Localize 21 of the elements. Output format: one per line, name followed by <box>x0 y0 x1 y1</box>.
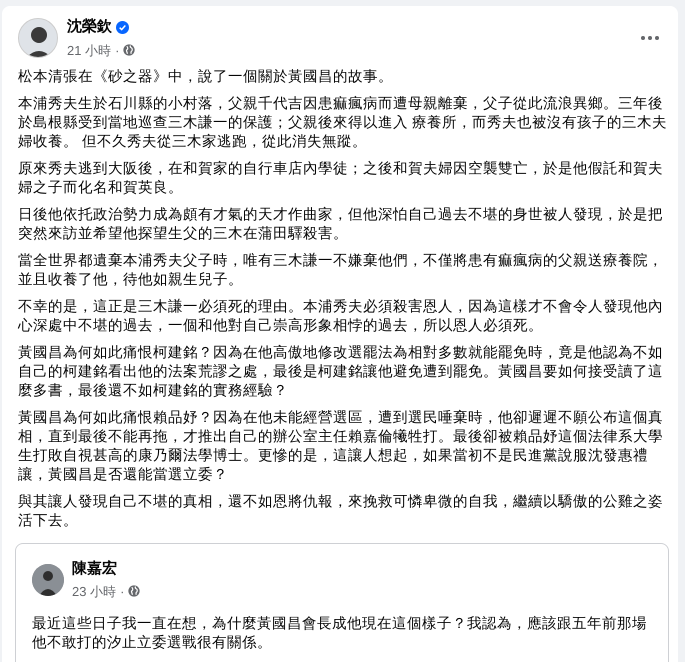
avatar[interactable] <box>32 564 64 596</box>
post-time[interactable]: 23 小時 <box>72 582 116 601</box>
separator-dot: · <box>115 42 120 60</box>
post-paragraph: 日後他依托政治勢力成為頗有才氣的天才作曲家，但他深怕自己過去不堪的身世被人發現，於是把突然來訪並希望他探望生父的三木在蒲田驛殺害。 <box>18 206 664 244</box>
globe-icon <box>123 44 136 56</box>
post-paragraph: 黃國昌為何如此痛恨賴品妤？因為在他未能經營選區，遭到選民唾棄時，他卻遲遲不願公布這個真相，直到最後不能再拖，才推出自己的辦公室主任賴嘉倫犧牲打。最後卻被賴品妤這個法律系大學生打敗自視甚高的康乃爾法學博士。更慘的是，這讓人想起，如果當初不是民進黨說服沈發惠禮讓，黃國昌是否還能當選立委？ <box>18 409 664 485</box>
post-paragraph: 本浦秀夫生於石川縣的小村落，父親千代吉因患痲瘋病而遭母親離棄，父子從此流浪異鄉。三年後於島根縣受到當地巡查三木謙一的保護；父親後來得以進入 療養所，而秀夫也被沒有孩子的三木夫婦收養。 但不久秀夫從三木家逃跑，從此消失無蹤。 <box>18 95 668 152</box>
author-name[interactable]: 沈榮欽 <box>67 16 112 38</box>
post-paragraph: 與其讓人發現自己不堪的真相，還不如恩將仇報，來挽救可憐卑微的自我，繼續以驕傲的公雞之姿活下去。 <box>18 493 664 531</box>
post-paragraph: 松本清張在《砂之器》中，說了一個關於黃國昌的故事。 <box>18 68 394 87</box>
globe-icon <box>128 585 140 598</box>
post-paragraph: 黃國昌為何如此痛恨柯建銘？因為在他高傲地修改選罷法為相對多數就能罷免時，竟是他認為不如自己的柯建銘看出他的法案荒謬之處，最後是柯建銘讓他避免遭到罷免。黃國昌要如何接受讀了這麼多書，最後還不如柯建銘的實務經驗？ <box>18 344 664 401</box>
post-paragraph: 當全世界都遺棄本浦秀夫父子時，唯有三木謙一不嫌棄他們，不僅將患有痲瘋病的父親送療養院，並且收養了他，待他如親生兒子。 <box>18 252 664 290</box>
avatar[interactable] <box>18 18 58 58</box>
separator-dot: · <box>120 582 124 600</box>
post-time[interactable]: 21 小時 <box>67 40 112 60</box>
author-name[interactable]: 陳嘉宏 <box>72 558 140 580</box>
shared-post-text: 最近這些日子我一直在想，為什麼黃國昌會長成他現在這個樣子？我認為，應該跟五年前那場他不敢打的汐止立委選戰很有關係。 <box>32 615 648 653</box>
more-options-icon[interactable] <box>640 35 660 41</box>
post-paragraph: 不幸的是，這正是三木謙一必須死的理由。本浦秀夫必須殺害恩人，因為這樣才不會令人發現他內心深處中不堪的過去，一個和他對自己崇高形象相悖的過去，所以恩人必須死。 <box>18 298 664 336</box>
post-paragraph: 原來秀夫逃到大阪後，在和賀家的自行車店內學徒；之後和賀夫婦因空襲雙亡，於是他假託和賀夫婦之子而化名和賀英良。 <box>18 160 664 198</box>
